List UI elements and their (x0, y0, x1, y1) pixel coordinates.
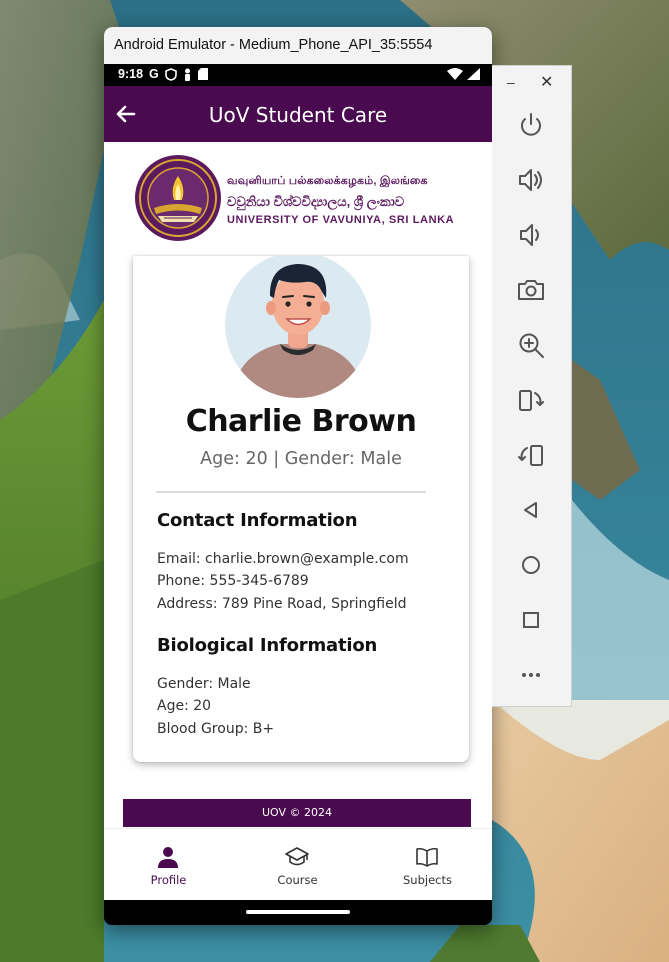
nav-label-subjects: Subjects (403, 873, 452, 887)
emulator-toolbar: – ✕ (492, 65, 572, 707)
home-gesture-handle[interactable] (246, 910, 350, 914)
back-icon[interactable] (516, 495, 546, 525)
nav-label-profile: Profile (150, 873, 187, 887)
overview-icon[interactable] (516, 605, 546, 635)
avatar (225, 256, 371, 398)
graduation-cap-icon (285, 847, 309, 866)
emulator-window: Android Emulator - Medium_Phone_API_35:5… (104, 27, 492, 925)
contact-phone: Phone: 555-345-6789 (157, 573, 309, 589)
nav-label-course: Course (277, 873, 318, 887)
nav-item-course[interactable]: Course (233, 829, 362, 901)
contact-address: Address: 789 Pine Road, Springfield (157, 596, 407, 612)
university-name-english: UNIVERSITY OF VAVUNIYA, SRI LANKA (227, 214, 455, 226)
university-name-sinhala: වවුනියා විශ්වවිද්‍යාලය, ශ්‍රී ලංකාව (227, 194, 405, 209)
rotate-left-icon[interactable] (516, 385, 546, 415)
person-icon (158, 847, 178, 868)
volume-down-icon[interactable] (516, 220, 546, 250)
app-bar: UoV Student Care (104, 86, 492, 142)
more-icon[interactable] (516, 660, 546, 690)
contact-email: Email: charlie.brown@example.com (157, 551, 409, 567)
gesture-bar (104, 900, 492, 925)
book-icon (416, 847, 438, 867)
bio-age: Age: 20 (157, 698, 212, 714)
shield-icon (164, 67, 177, 81)
status-bar: 9:18 G (104, 64, 492, 86)
university-name-tamil: வவுனியாப் பல்கலைக்கழகம், இலங்கை (227, 175, 428, 187)
biological-section-title: Biological Information (157, 635, 378, 656)
student-summary: Age: 20 | Gender: Male (200, 449, 402, 469)
cellular-signal-icon (467, 68, 480, 80)
bottom-navigation: Profile Course Subjects (104, 828, 492, 900)
window-title: Android Emulator - Medium_Phone_API_35:5… (114, 37, 433, 53)
status-time: 9:18 (118, 67, 144, 81)
bio-blood-group: Blood Group: B+ (157, 721, 275, 737)
bio-gender: Gender: Male (157, 676, 251, 692)
minimize-button[interactable]: – (507, 74, 515, 90)
footer-text: UOV © 2024 (261, 806, 333, 819)
copyright-footer: UOV © 2024 (123, 799, 471, 827)
power-icon[interactable] (516, 110, 546, 140)
volume-up-icon[interactable] (516, 165, 546, 195)
window-title-bar[interactable]: Android Emulator - Medium_Phone_API_35:5… (104, 27, 492, 64)
profile-card: Charlie Brown Age: 20 | Gender: Male Con… (133, 256, 469, 762)
app-title: UoV Student Care (208, 103, 388, 127)
close-button[interactable]: ✕ (540, 72, 553, 92)
university-seal-icon (135, 155, 221, 241)
nav-item-profile[interactable]: Profile (104, 829, 233, 901)
contact-section-title: Contact Information (157, 510, 358, 531)
person-status-icon (184, 68, 190, 81)
sim-card-icon (197, 68, 208, 80)
university-logo-banner: வவுனியாப் பல்கலைக்கழகம், இலங்கை වවුනියා … (134, 152, 474, 242)
google-icon: G (149, 67, 159, 81)
camera-icon[interactable] (516, 275, 546, 305)
section-divider (156, 491, 426, 493)
home-icon[interactable] (516, 550, 546, 580)
profile-screen[interactable]: வவுனியாப் பல்கலைக்கழகம், இலங்கை වවුනියා … (104, 142, 492, 828)
rotate-right-icon[interactable] (516, 440, 546, 470)
wifi-icon (447, 68, 463, 80)
student-name: Charlie Brown (185, 404, 417, 439)
zoom-icon[interactable] (516, 330, 546, 360)
nav-item-subjects[interactable]: Subjects (363, 829, 492, 901)
